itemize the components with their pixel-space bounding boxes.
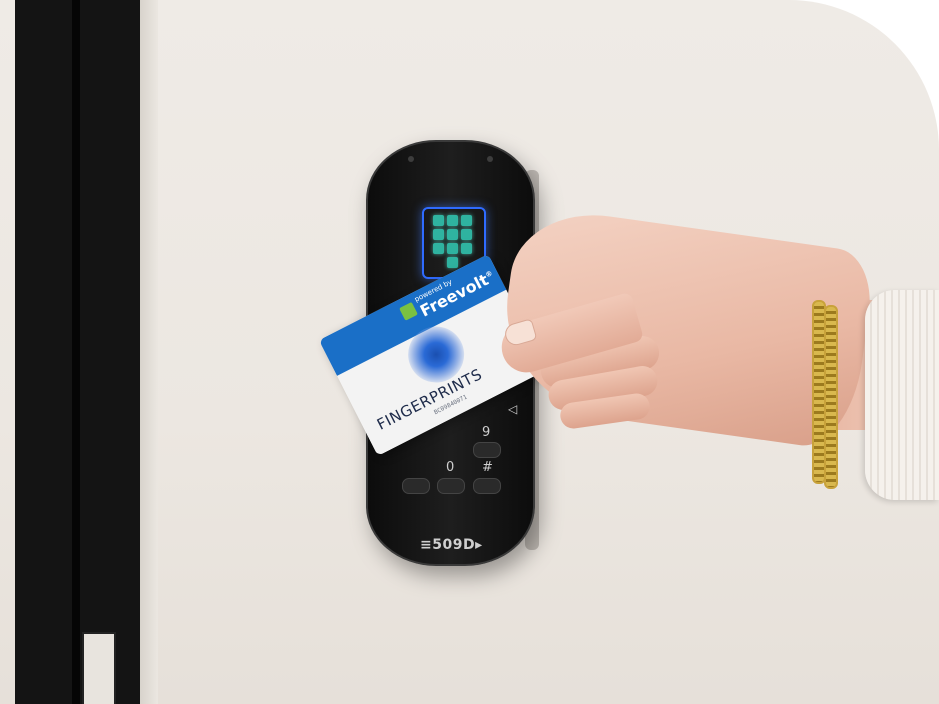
reader-key-label-hash: # (482, 460, 493, 475)
reader-key-star[interactable] (402, 478, 430, 494)
reader-brand-label: ≡509D▸ (420, 537, 483, 553)
reader-sensor-dot (408, 156, 414, 162)
reader-brand-suffix-icon: ▸ (475, 537, 483, 553)
gold-bracelet (824, 305, 838, 489)
reader-key-9[interactable] (473, 442, 501, 458)
door-strike-plate (82, 632, 116, 704)
reader-key-0[interactable] (437, 478, 465, 494)
reader-brand-prefix-icon: ≡ (420, 537, 433, 553)
door-seam (72, 0, 80, 704)
reader-sensor-dot (487, 156, 493, 162)
reader-key-hash[interactable] (473, 478, 501, 494)
reader-brand-text: 509D (432, 537, 476, 553)
knit-sleeve (865, 290, 939, 500)
reader-arrow-icon: ◁ (508, 402, 518, 416)
door-edge (140, 0, 158, 704)
reader-key-label-0: 0 (446, 460, 455, 475)
reader-key-label-9: 9 (482, 425, 491, 440)
photo-frame: 9 0 # ◁ ≡509D▸ powered by Freevolt® FING… (0, 0, 939, 704)
